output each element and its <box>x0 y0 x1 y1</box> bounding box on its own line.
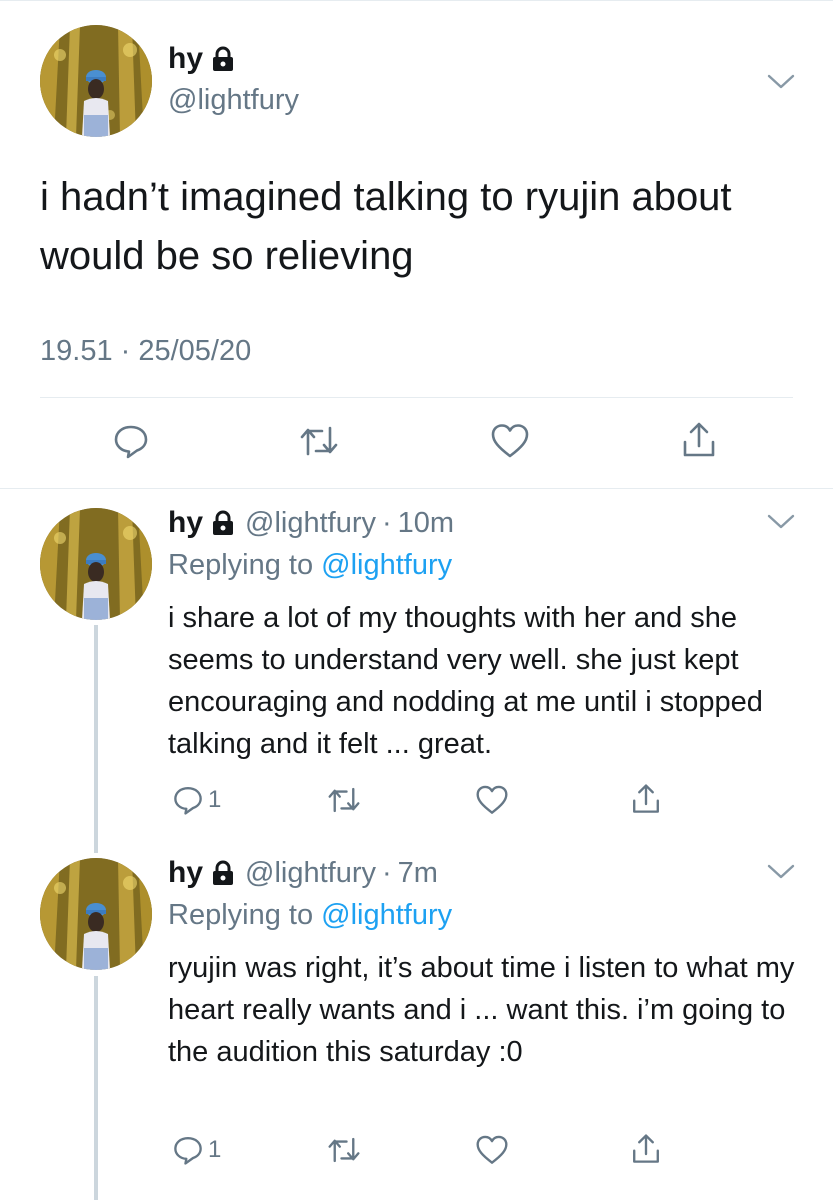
thread-line <box>94 976 98 1200</box>
share-icon <box>630 1132 662 1166</box>
reply-button[interactable] <box>112 422 150 460</box>
heart-icon <box>475 784 509 816</box>
reply-icon <box>112 422 150 460</box>
reply-count: 1 <box>208 786 222 813</box>
tweet-text: i hadn’t imagined talking to ryujin abou… <box>40 175 732 278</box>
divider <box>40 397 793 398</box>
heart-icon <box>475 1134 509 1166</box>
reply-header: hy @lightfury · 7m <box>168 856 438 890</box>
reply-icon <box>172 784 204 816</box>
chevron-down-icon[interactable] <box>766 862 796 882</box>
retweet-icon <box>326 784 362 816</box>
tweet-timestamp[interactable]: 19.51 · 25/05/20 <box>40 335 251 368</box>
lock-icon <box>211 510 235 536</box>
share-button[interactable] <box>630 782 662 816</box>
reply-time[interactable]: 7m <box>398 857 438 890</box>
reply-icon <box>172 1134 204 1166</box>
display-name[interactable]: hy <box>168 856 203 890</box>
share-icon <box>680 420 718 460</box>
avatar[interactable] <box>40 508 152 620</box>
replying-to-label: Replying to <box>168 549 322 581</box>
replying-to-mention[interactable]: @lightfury <box>321 899 452 931</box>
reply-button[interactable]: 1 <box>172 784 221 816</box>
avatar[interactable] <box>40 858 152 970</box>
share-button[interactable] <box>680 420 718 460</box>
retweet-icon <box>298 422 340 460</box>
retweet-button[interactable] <box>298 422 340 460</box>
author-handle[interactable]: @lightfury <box>245 507 376 540</box>
retweet-button[interactable] <box>326 784 362 816</box>
heart-icon <box>490 422 530 460</box>
like-button[interactable] <box>490 422 530 460</box>
share-button[interactable] <box>630 1132 662 1166</box>
display-name[interactable]: hy <box>168 42 203 76</box>
like-button[interactable] <box>475 784 509 816</box>
display-name[interactable]: hy <box>168 506 203 540</box>
replying-to-label: Replying to <box>168 899 322 931</box>
author-handle-row: @lightfury <box>168 84 299 117</box>
reply-button[interactable]: 1 <box>172 1134 221 1166</box>
replying-to: Replying to @lightfury <box>168 549 452 582</box>
share-icon <box>630 782 662 816</box>
separator-dot: · <box>382 856 392 889</box>
divider <box>0 488 833 489</box>
chevron-down-icon[interactable] <box>766 72 796 92</box>
reply-header: hy @lightfury · 10m <box>168 506 454 540</box>
author-handle[interactable]: @lightfury <box>245 857 376 890</box>
like-button[interactable] <box>475 1134 509 1166</box>
retweet-button[interactable] <box>326 1134 362 1166</box>
replying-to: Replying to @lightfury <box>168 899 452 932</box>
top-divider <box>0 0 833 1</box>
replying-to-mention[interactable]: @lightfury <box>321 549 452 581</box>
separator-dot: · <box>382 506 392 539</box>
thread-line <box>94 625 98 853</box>
avatar[interactable] <box>40 25 152 137</box>
retweet-icon <box>326 1134 362 1166</box>
chevron-down-icon[interactable] <box>766 512 796 532</box>
reply-time[interactable]: 10m <box>398 507 454 540</box>
reply-text: i share a lot of my thoughts with her an… <box>168 602 763 760</box>
reply-text: ryujin was right, it’s about time i list… <box>168 952 795 1068</box>
reply-count: 1 <box>208 1136 222 1163</box>
lock-icon <box>211 860 235 886</box>
lock-icon <box>211 46 235 72</box>
author-handle[interactable]: @lightfury <box>168 84 299 117</box>
author-name-row: hy <box>168 42 235 76</box>
